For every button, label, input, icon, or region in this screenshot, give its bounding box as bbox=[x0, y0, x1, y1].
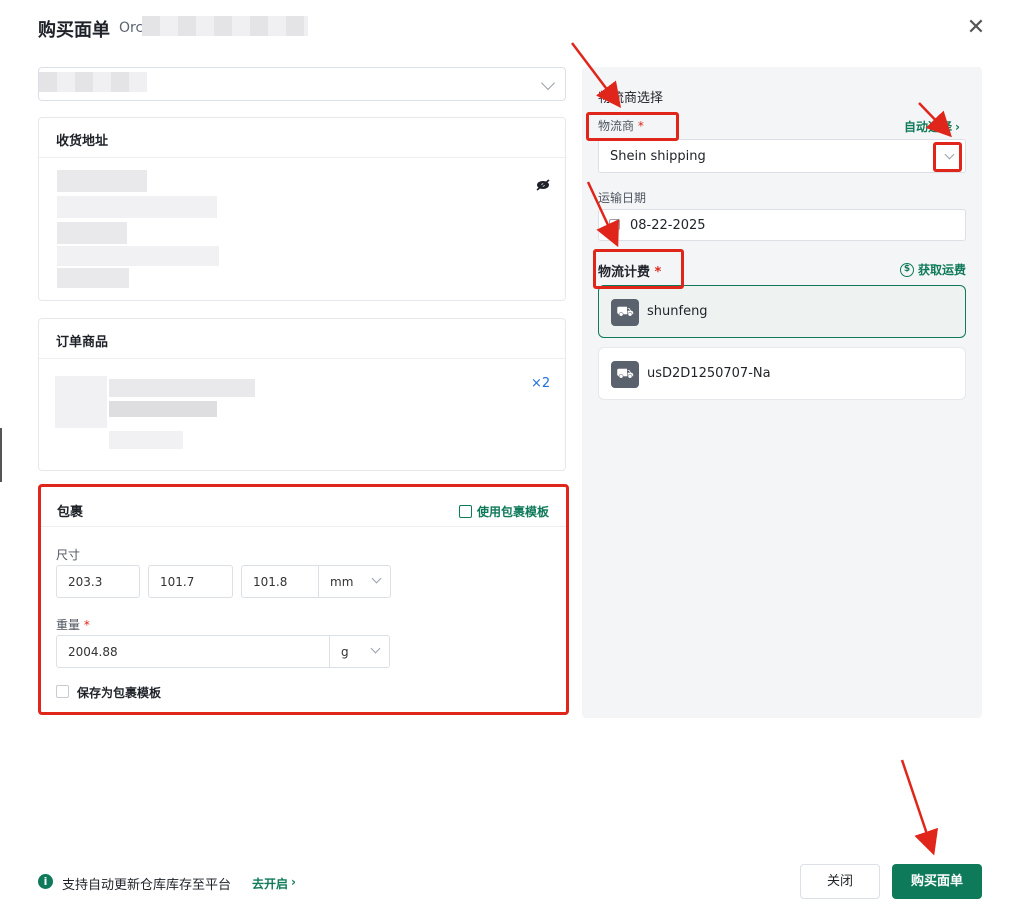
get-fee-link[interactable]: $ 获取运费 bbox=[900, 261, 966, 278]
product-image bbox=[55, 376, 107, 428]
date-picker[interactable]: 08-22-2025 bbox=[598, 209, 966, 241]
auto-select-link[interactable]: 自动选择 › bbox=[904, 118, 960, 135]
store-select[interactable] bbox=[38, 67, 566, 101]
enable-sync-label: 去开启 bbox=[252, 877, 289, 891]
date-value: 08-22-2025 bbox=[630, 218, 706, 233]
enable-sync-link[interactable]: 去开启 › bbox=[252, 875, 296, 892]
carrier-select-value: Shein shipping bbox=[610, 149, 706, 164]
calendar-icon bbox=[609, 219, 620, 230]
redacted-address-line bbox=[57, 222, 127, 244]
chevron-right-icon: › bbox=[955, 119, 960, 134]
redacted-store-name bbox=[39, 72, 147, 92]
carrier-option-name: shunfeng bbox=[647, 304, 708, 319]
truck-icon: ⛟ bbox=[611, 299, 639, 326]
get-fee-label: 获取运费 bbox=[918, 263, 967, 277]
chevron-right-icon: › bbox=[291, 875, 296, 889]
package-highlight-box bbox=[38, 484, 569, 715]
items-card: 订单商品 bbox=[38, 318, 566, 471]
logistics-section-title: 物流商选择 bbox=[598, 91, 664, 106]
close-button[interactable]: 关闭 bbox=[800, 864, 880, 899]
text-cursor bbox=[0, 428, 2, 482]
dialog-title: 购买面单 bbox=[38, 20, 110, 41]
arrow-to-buy-button bbox=[900, 759, 939, 856]
truck-icon: ⛟ bbox=[611, 361, 639, 388]
redacted-order-number bbox=[142, 16, 308, 36]
eye-off-icon[interactable] bbox=[536, 176, 550, 191]
items-card-title: 订单商品 bbox=[39, 319, 565, 359]
carrier-option-name: usD2D1250707-Na bbox=[647, 366, 771, 381]
carrier-select[interactable]: Shein shipping bbox=[598, 139, 966, 173]
carrier-option[interactable]: ⛟ shunfeng bbox=[598, 285, 966, 338]
info-icon: i bbox=[38, 874, 53, 889]
logistics-panel: 物流商选择 物流商 * 自动选择 › Shein shipping 运输日期 0… bbox=[582, 67, 982, 718]
fee-label-highlight bbox=[593, 249, 684, 289]
redacted-product-name bbox=[109, 379, 255, 397]
auto-select-label: 自动选择 bbox=[904, 120, 953, 134]
redacted-product-name bbox=[109, 401, 217, 417]
buy-label-button[interactable]: 购买面单 bbox=[892, 864, 982, 899]
carrier-dropdown-highlight bbox=[933, 142, 962, 172]
close-icon[interactable]: ✕ bbox=[964, 16, 988, 40]
redacted-product-sku bbox=[109, 431, 183, 449]
redacted-address-line bbox=[57, 196, 217, 218]
chevron-down-icon bbox=[540, 75, 556, 91]
redacted-address-line bbox=[57, 170, 147, 192]
address-card-title: 收货地址 bbox=[39, 118, 565, 158]
redacted-address-line bbox=[57, 246, 219, 266]
dollar-icon: $ bbox=[900, 262, 914, 277]
order-number-prefix: Orc bbox=[119, 20, 144, 36]
inventory-sync-text: 支持自动更新仓库库存至平台 bbox=[62, 878, 232, 893]
item-quantity: ×2 bbox=[531, 376, 551, 391]
redacted-address-line bbox=[57, 268, 129, 288]
carrier-option[interactable]: ⛟ usD2D1250707-Na bbox=[598, 347, 966, 400]
carrier-label-highlight bbox=[586, 112, 679, 141]
date-label: 运输日期 bbox=[598, 191, 647, 205]
address-card: 收货地址 bbox=[38, 117, 566, 301]
